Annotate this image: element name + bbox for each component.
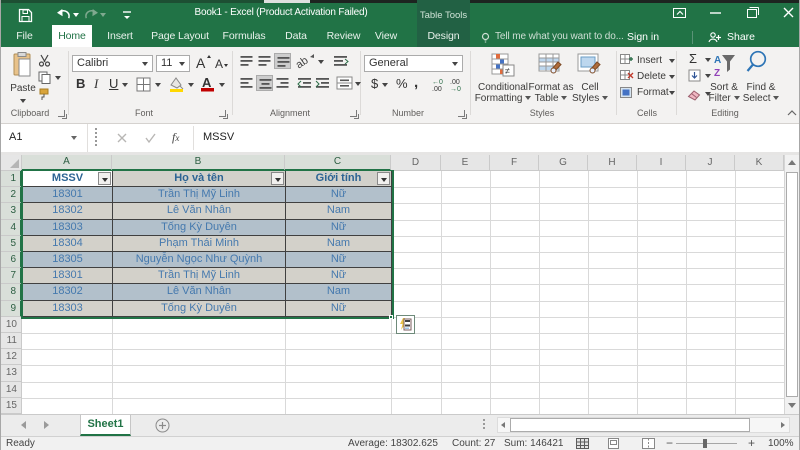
svg-text:→0: →0 — [450, 86, 461, 91]
svg-text:ab: ab — [296, 55, 311, 69]
svg-text:.00: .00 — [450, 79, 460, 86]
svg-text:A: A — [714, 55, 721, 66]
svg-text:A: A — [196, 55, 206, 71]
svg-text:←0: ←0 — [432, 79, 443, 86]
svg-text:.00: .00 — [432, 86, 442, 91]
svg-text:A: A — [202, 75, 212, 90]
svg-text:A: A — [215, 57, 223, 71]
svg-text:≠: ≠ — [505, 66, 510, 76]
svg-text:Z: Z — [714, 68, 720, 78]
